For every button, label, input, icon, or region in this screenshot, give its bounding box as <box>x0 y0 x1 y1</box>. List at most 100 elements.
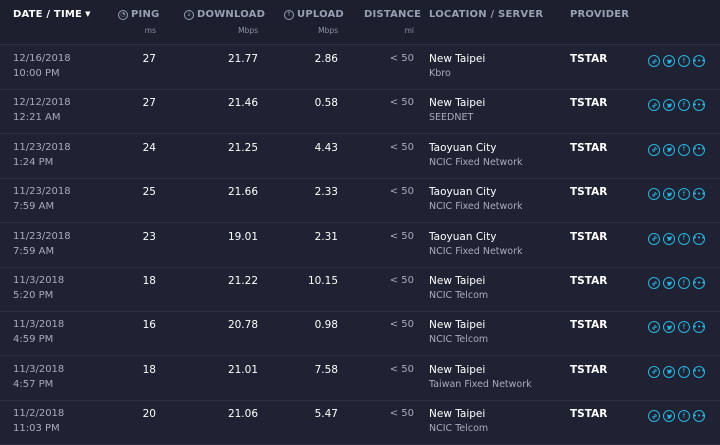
sort-upload[interactable]: ↑ UPLOAD <box>284 9 344 20</box>
location-value: New Taipei <box>429 408 486 421</box>
ping-value: 20 <box>142 408 156 421</box>
upload-value: 2.31 <box>314 230 338 243</box>
date-time-header-label: DATE / TIME <box>13 9 83 20</box>
table-row[interactable]: 11/3/2018 5:20 PM 18 21.22 10.15 < 50 Ne… <box>0 267 720 312</box>
location-value: New Taipei <box>429 319 486 332</box>
upload-value: 2.33 <box>314 186 338 199</box>
twitter-icon[interactable] <box>663 232 675 245</box>
result-date: 12/16/2018 <box>13 53 71 64</box>
twitter-icon[interactable] <box>663 99 675 112</box>
distance-value: < 50 <box>389 53 414 64</box>
provider-value: TSTAR <box>570 319 608 332</box>
link-icon[interactable] <box>648 188 660 201</box>
provider-header: PROVIDER <box>570 9 630 20</box>
facebook-icon[interactable]: f <box>678 365 690 378</box>
upload-value: 5.47 <box>314 408 338 421</box>
facebook-icon[interactable]: f <box>678 232 690 245</box>
row-actions: f ••• <box>648 188 705 201</box>
download-value: 21.46 <box>227 97 258 110</box>
more-icon[interactable]: ••• <box>693 321 705 334</box>
table-row[interactable]: 12/12/2018 12:21 AM 27 21.46 0.58 < 50 N… <box>0 89 720 135</box>
distance-header-label: DISTANCE <box>364 9 422 20</box>
more-icon[interactable]: ••• <box>693 232 705 245</box>
caret-down-icon: ▼ <box>85 10 91 18</box>
facebook-icon[interactable]: f <box>678 99 690 112</box>
link-icon[interactable] <box>648 99 660 112</box>
ping-value: 23 <box>142 230 156 243</box>
server-value: NCIC Telcom <box>429 334 489 346</box>
table-row[interactable]: 11/23/2018 7:59 AM 23 19.01 2.31 < 50 Ta… <box>0 223 720 268</box>
distance-value: < 50 <box>389 141 414 153</box>
result-time: 12:21 AM <box>13 112 61 124</box>
more-icon[interactable]: ••• <box>693 55 705 67</box>
row-actions: f ••• <box>648 365 705 378</box>
result-time: 11:03 PM <box>13 423 60 435</box>
server-value: NCIC Fixed Network <box>429 201 523 213</box>
distance-value: < 50 <box>389 319 414 331</box>
table-row[interactable]: 11/23/2018 7:59 AM 25 21.66 2.33 < 50 Ta… <box>0 178 720 224</box>
upload-value: 0.58 <box>314 97 338 110</box>
more-icon[interactable]: ••• <box>693 410 705 423</box>
provider-value: TSTAR <box>570 186 608 199</box>
server-value: SEEDNET <box>429 112 474 124</box>
link-icon[interactable] <box>648 321 660 334</box>
facebook-icon[interactable]: f <box>678 188 690 201</box>
table-row[interactable]: 12/16/2018 10:00 PM 27 21.77 2.86 < 50 N… <box>0 45 720 90</box>
ping-value: 27 <box>142 97 156 110</box>
row-actions: f ••• <box>648 143 705 156</box>
facebook-icon[interactable]: f <box>678 410 690 423</box>
upload-value: 2.86 <box>314 53 338 65</box>
table-row[interactable]: 11/2/2018 11:03 PM 20 21.06 5.47 < 50 Ne… <box>0 400 720 445</box>
twitter-icon[interactable] <box>663 321 675 334</box>
download-value: 21.22 <box>227 275 258 287</box>
ping-unit: ms <box>144 26 156 35</box>
provider-value: TSTAR <box>570 53 608 65</box>
link-icon[interactable] <box>648 232 660 245</box>
result-time: 5:20 PM <box>13 290 54 301</box>
location-header: LOCATION / SERVER <box>429 9 544 20</box>
more-icon[interactable]: ••• <box>693 365 705 378</box>
row-actions: f ••• <box>648 55 705 67</box>
ping-value: 25 <box>142 186 156 199</box>
row-actions: f ••• <box>648 410 705 423</box>
twitter-icon[interactable] <box>663 365 675 378</box>
twitter-icon[interactable] <box>663 277 675 289</box>
more-icon[interactable]: ••• <box>693 188 705 201</box>
facebook-icon[interactable]: f <box>678 277 690 289</box>
facebook-icon[interactable]: f <box>678 321 690 334</box>
link-icon[interactable] <box>648 277 660 289</box>
more-icon[interactable]: ••• <box>693 99 705 112</box>
table-row[interactable]: 11/23/2018 1:24 PM 24 21.25 4.43 < 50 Ta… <box>0 134 720 179</box>
server-value: NCIC Telcom <box>429 423 489 435</box>
link-icon[interactable] <box>648 365 660 378</box>
more-icon[interactable]: ••• <box>693 143 705 156</box>
server-value: NCIC Fixed Network <box>429 245 523 257</box>
table-row[interactable]: 11/3/2018 4:57 PM 18 21.01 7.58 < 50 New… <box>0 356 720 401</box>
results-table-header: DATE / TIME ▼ ◔ PING ms ↓ DOWNLOAD Mbps ↑ UP… <box>0 0 720 45</box>
upload-icon: ↑ <box>284 10 294 20</box>
row-actions: f ••• <box>648 321 705 334</box>
provider-value: TSTAR <box>570 230 608 243</box>
server-value: NCIC Fixed Network <box>429 156 523 168</box>
more-icon[interactable]: ••• <box>693 277 705 289</box>
sort-download[interactable]: ↓ DOWNLOAD <box>184 9 265 20</box>
twitter-icon[interactable] <box>663 143 675 156</box>
twitter-icon[interactable] <box>663 410 675 423</box>
facebook-icon[interactable]: f <box>678 143 690 156</box>
table-row[interactable]: 11/3/2018 4:59 PM 16 20.78 0.98 < 50 New… <box>0 311 720 357</box>
sort-distance[interactable]: DISTANCE <box>364 9 421 20</box>
twitter-icon[interactable] <box>663 55 675 67</box>
location-value: Taoyuan City <box>429 230 497 243</box>
link-icon[interactable] <box>648 410 660 423</box>
sort-date-time[interactable]: DATE / TIME ▼ <box>13 9 91 20</box>
result-time: 4:57 PM <box>13 378 54 390</box>
link-icon[interactable] <box>648 55 660 67</box>
result-time: 1:24 PM <box>13 156 54 168</box>
result-date: 11/23/2018 <box>13 230 71 242</box>
download-value: 20.78 <box>227 319 258 332</box>
sort-ping[interactable]: ◔ PING <box>118 9 159 20</box>
twitter-icon[interactable] <box>663 188 675 201</box>
upload-value: 0.98 <box>314 319 338 332</box>
link-icon[interactable] <box>648 143 660 156</box>
facebook-icon[interactable]: f <box>678 55 690 67</box>
